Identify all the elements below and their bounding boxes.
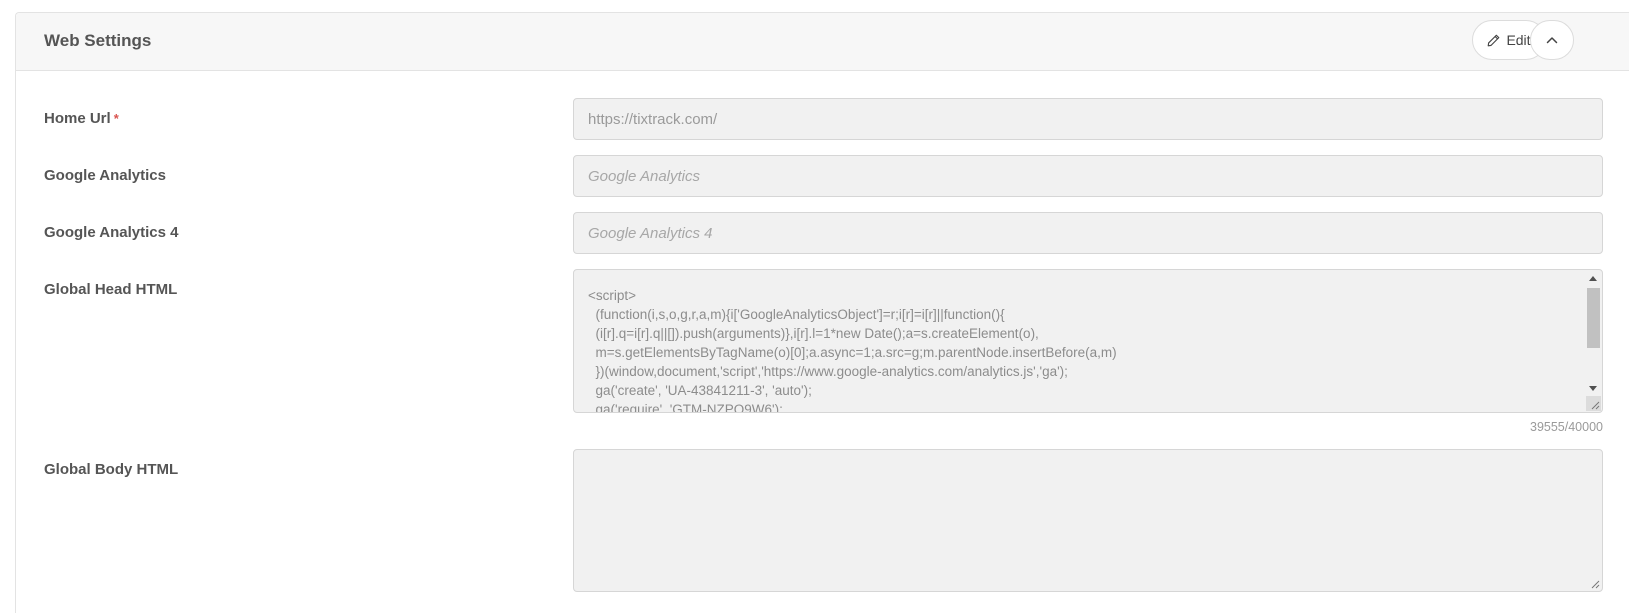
google-analytics-4-label: Google Analytics 4 (44, 224, 179, 241)
google-analytics-input[interactable] (573, 155, 1603, 197)
home-url-label: Home Url * (44, 110, 119, 127)
scroll-thumb[interactable] (1587, 288, 1600, 348)
global-head-html-label: Global Head HTML (44, 281, 178, 298)
panel-title: Web Settings (44, 31, 152, 50)
collapse-button[interactable] (1530, 20, 1574, 60)
global-body-html-textarea[interactable] (573, 449, 1603, 592)
chevron-up-icon (1546, 31, 1558, 49)
resize-handle-icon[interactable] (1586, 396, 1601, 411)
home-url-input[interactable] (573, 98, 1603, 140)
required-indicator: * (113, 111, 119, 126)
pencil-icon (1487, 34, 1500, 47)
google-analytics-label: Google Analytics (44, 167, 166, 184)
home-url-label-text: Home Url (44, 110, 111, 127)
global-body-html-label: Global Body HTML (44, 461, 179, 478)
resize-handle-icon[interactable] (1586, 575, 1601, 590)
edit-button-label: Edit (1506, 32, 1531, 48)
textarea-scrollbar[interactable] (1586, 271, 1601, 397)
global-head-html-content: <script> (function(i,s,o,g,r,a,m){i['Goo… (588, 288, 1117, 413)
global-head-html-textarea[interactable]: <script> (function(i,s,o,g,r,a,m){i['Goo… (573, 269, 1603, 413)
panel-header: Web Settings Edit (16, 13, 1629, 71)
scroll-down-arrow-icon[interactable] (1589, 386, 1597, 391)
character-counter: 39555/40000 (1530, 420, 1603, 434)
scroll-up-arrow-icon[interactable] (1589, 276, 1597, 281)
google-analytics-4-input[interactable] (573, 212, 1603, 254)
